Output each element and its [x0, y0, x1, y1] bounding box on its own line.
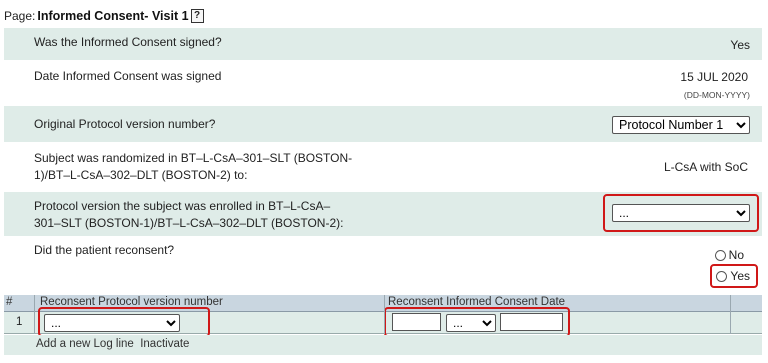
question-reconsent: Did the patient reconsent? — [34, 243, 175, 257]
question-randomized-line2: 1)/BT–L-CsA–302–DLT (BOSTON-2) to: — [34, 168, 248, 182]
help-icon[interactable]: ? — [190, 9, 204, 23]
answer-consent-date: 15 JUL 2020 — [680, 70, 748, 84]
log-divider-2 — [384, 295, 385, 334]
enrolled-protocol-select[interactable]: ... — [612, 204, 750, 222]
date-format-hint: (DD-MON-YYYY) — [683, 90, 750, 100]
page-header: Page: Informed Consent- Visit 1 ? — [4, 6, 204, 26]
row-randomized: Subject was randomized in BT–L-CsA–301–S… — [4, 142, 762, 192]
original-protocol-select[interactable]: Protocol Number 1 — [612, 116, 750, 134]
question-enrolled-line1: Protocol version the subject was enrolle… — [34, 199, 331, 213]
log-date-day-input[interactable] — [392, 313, 441, 331]
answer-consent-signed: Yes — [730, 38, 750, 52]
radio-yes[interactable]: Yes — [716, 269, 750, 283]
log-row: 1 ... ... — [4, 307, 762, 337]
log-footer-actions[interactable]: Add a new Log line Inactivate — [36, 338, 189, 350]
radio-no[interactable]: No — [714, 248, 744, 262]
log-version-select[interactable]: ... — [44, 314, 180, 332]
log-date-month-select[interactable]: ... — [446, 314, 496, 332]
page-title: Informed Consent- Visit 1 — [37, 9, 189, 23]
question-original-protocol: Original Protocol version number? — [34, 117, 216, 131]
row-consent-date: Date Informed Consent was signed 15 JUL … — [4, 60, 762, 106]
question-randomized-line1: Subject was randomized in BT–L-CsA–301–S… — [34, 151, 353, 165]
answer-randomized: L-CsA with SoC — [663, 160, 748, 174]
log-divider-1 — [34, 295, 35, 334]
row-consent-signed: Was the Informed Consent signed? Yes — [4, 28, 762, 60]
log-row-number: 1 — [16, 316, 23, 328]
question-enrolled-line2: 301–SLT (BOSTON-1)/BT–L-CsA–302–DLT (BOS… — [34, 216, 344, 230]
page-label: Page: — [4, 9, 36, 23]
radio-yes-circle[interactable] — [716, 270, 728, 282]
radio-no-label: No — [728, 248, 744, 262]
question-consent-date: Date Informed Consent was signed — [34, 69, 222, 83]
log-divider-3 — [730, 295, 731, 334]
log-col-number: # — [6, 296, 13, 308]
question-consent-signed: Was the Informed Consent signed? — [34, 35, 222, 49]
radio-yes-label: Yes — [730, 269, 750, 283]
radio-no-circle[interactable] — [714, 249, 726, 261]
row-original-protocol: Original Protocol version number? Protoc… — [4, 106, 762, 142]
log-date-year-input[interactable] — [500, 313, 563, 331]
row-reconsent: Did the patient reconsent? No Yes — [4, 236, 762, 294]
row-enrolled-protocol: Protocol version the subject was enrolle… — [4, 192, 762, 236]
log-footer: Add a new Log line Inactivate — [4, 335, 762, 355]
